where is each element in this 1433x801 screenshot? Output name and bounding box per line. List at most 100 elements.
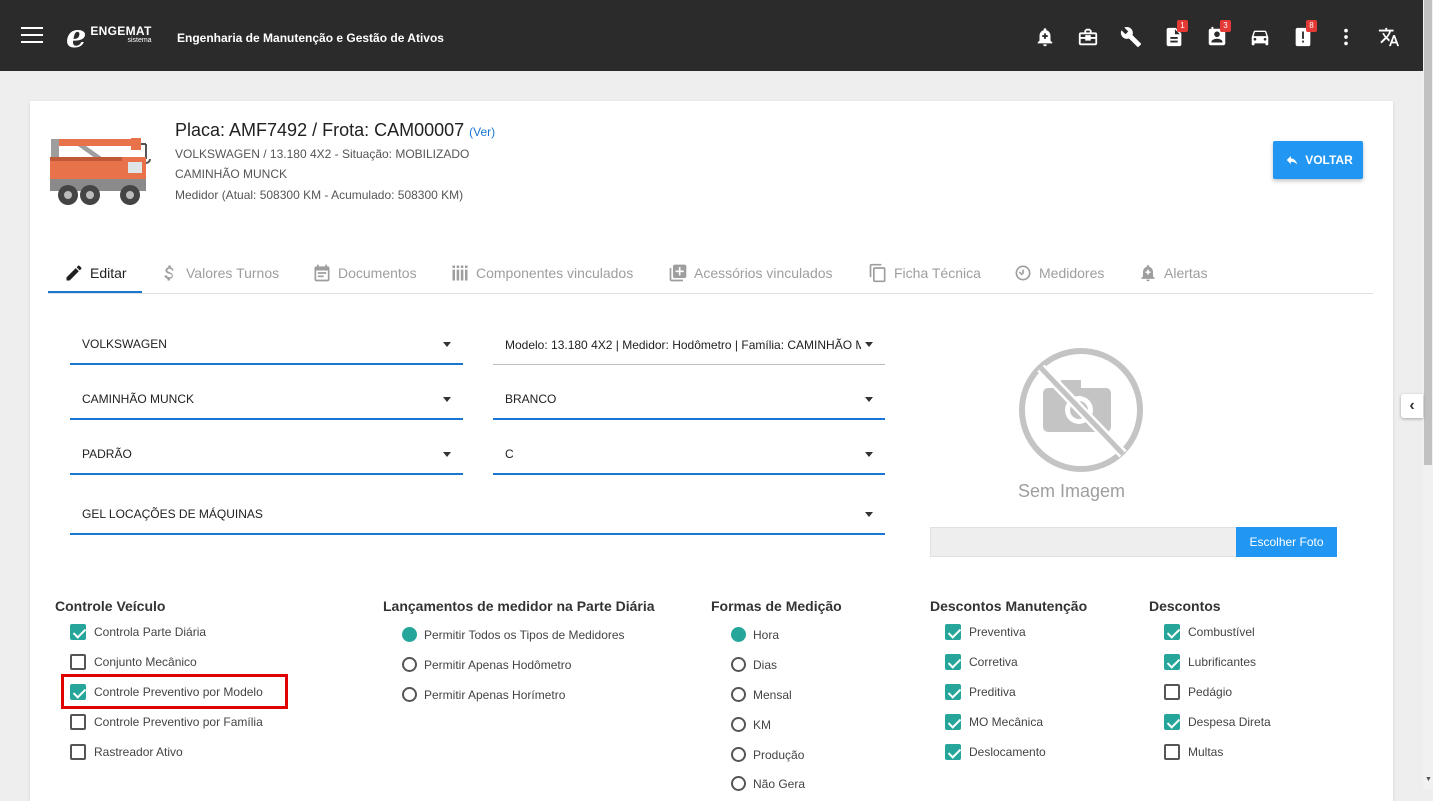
desconto-deslocamento-checkbox[interactable]: Deslocamento bbox=[945, 744, 1046, 760]
voltar-button[interactable]: VOLTAR bbox=[1273, 141, 1363, 179]
tab-editar[interactable]: Editar bbox=[64, 253, 127, 293]
permitir-horimetro-radio[interactable]: Permitir Apenas Horímetro bbox=[402, 687, 565, 702]
checkbox-box[interactable] bbox=[70, 714, 86, 730]
tab-valores-turnos[interactable]: Valores Turnos bbox=[160, 253, 279, 293]
radio-label: Produção bbox=[753, 747, 805, 762]
permitir-hodometro-radio[interactable]: Permitir Apenas Hodômetro bbox=[402, 657, 571, 672]
desconto-combustivel-checkbox[interactable]: Combustível bbox=[1164, 624, 1255, 640]
reply-icon bbox=[1286, 155, 1298, 165]
forma-dias-radio[interactable]: Dias bbox=[731, 657, 777, 672]
calendar-icon bbox=[314, 264, 330, 282]
tipo-select[interactable]: CAMINHÃO MUNCK bbox=[70, 380, 463, 420]
proprietario-select[interactable]: GEL LOCAÇÕES DE MÁQUINAS bbox=[70, 495, 885, 535]
controla-parte-diaria-checkbox[interactable]: Controla Parte Diária bbox=[70, 624, 206, 640]
radio-button[interactable] bbox=[402, 627, 417, 642]
radio-button[interactable] bbox=[731, 747, 746, 762]
tab-ficha-tecnica[interactable]: Ficha Técnica bbox=[868, 253, 981, 293]
permitir-todos-radio[interactable]: Permitir Todos os Tipos de Medidores bbox=[402, 627, 625, 642]
file-path-input[interactable] bbox=[930, 527, 1236, 557]
categoria-select[interactable]: C bbox=[493, 435, 885, 475]
side-panel-toggle[interactable]: ‹ bbox=[1401, 394, 1423, 418]
calendar-badge: 3 bbox=[1220, 20, 1231, 32]
app-title: Engenharia de Manutenção e Gestão de Ati… bbox=[177, 31, 444, 45]
padrao-select[interactable]: PADRÃO bbox=[70, 435, 463, 475]
checkbox-box[interactable] bbox=[945, 624, 961, 640]
radio-button[interactable] bbox=[402, 657, 417, 672]
checkbox-box[interactable] bbox=[70, 624, 86, 640]
checkbox-box[interactable] bbox=[1164, 684, 1180, 700]
chevron-left-icon: ‹ bbox=[1409, 397, 1415, 414]
modelo-value: Modelo: 13.180 4X2 | Medidor: Hodômetro … bbox=[505, 337, 861, 352]
escolher-foto-button[interactable]: Escolher Foto bbox=[1236, 527, 1337, 557]
more-vertical-icon[interactable] bbox=[1335, 26, 1357, 48]
alert-document-icon[interactable]: 8 bbox=[1292, 20, 1317, 48]
marca-select[interactable]: VOLKSWAGEN bbox=[70, 325, 463, 365]
desconto-lubrificantes-checkbox[interactable]: Lubrificantes bbox=[1164, 654, 1256, 670]
notification-bell-icon[interactable] bbox=[1034, 26, 1056, 48]
desconto-mo-mecanica-checkbox[interactable]: MO Mecânica bbox=[945, 714, 1043, 730]
radio-label: Mensal bbox=[753, 687, 792, 702]
dropdown-arrow-icon bbox=[865, 511, 873, 517]
app-logo[interactable]: e ENGEMAT sistema bbox=[66, 20, 152, 52]
checkbox-box[interactable] bbox=[70, 654, 86, 670]
forma-producao-radio[interactable]: Produção bbox=[731, 747, 804, 762]
tab-label: Editar bbox=[90, 265, 127, 281]
no-image-icon bbox=[1019, 348, 1143, 472]
car-icon[interactable] bbox=[1249, 26, 1271, 48]
tab-label: Componentes vinculados bbox=[476, 265, 634, 281]
desconto-despesa-direta-checkbox[interactable]: Despesa Direta bbox=[1164, 714, 1271, 730]
copy-icon bbox=[869, 263, 886, 283]
checkbox-label: Controla Parte Diária bbox=[94, 625, 207, 639]
checkbox-box[interactable] bbox=[945, 744, 961, 760]
radio-button[interactable] bbox=[402, 687, 417, 702]
radio-button[interactable] bbox=[731, 687, 746, 702]
desconto-pedagio-checkbox[interactable]: Pedágio bbox=[1164, 684, 1232, 700]
checkbox-box[interactable] bbox=[1164, 654, 1180, 670]
radio-button[interactable] bbox=[731, 717, 746, 732]
radio-label: Dias bbox=[753, 657, 778, 672]
translate-icon[interactable] bbox=[1378, 26, 1400, 48]
checkbox-label: Preditiva bbox=[969, 685, 1016, 699]
checkbox-box[interactable] bbox=[1164, 624, 1180, 640]
checkbox-box[interactable] bbox=[945, 714, 961, 730]
tab-label: Ficha Técnica bbox=[894, 265, 981, 281]
desconto-preventiva-checkbox[interactable]: Preventiva bbox=[945, 624, 1026, 640]
desconto-multas-checkbox[interactable]: Multas bbox=[1164, 744, 1223, 760]
tab-alertas[interactable]: Alertas bbox=[1138, 253, 1208, 293]
top-app-bar: e ENGEMAT sistema Engenharia de Manutenç… bbox=[0, 0, 1423, 71]
cor-select[interactable]: BRANCO bbox=[493, 380, 885, 420]
ver-link[interactable]: (Ver) bbox=[469, 125, 495, 139]
checkbox-box[interactable] bbox=[70, 744, 86, 760]
scrollbar-thumb[interactable] bbox=[1424, 0, 1432, 465]
desconto-preditiva-checkbox[interactable]: Preditiva bbox=[945, 684, 1016, 700]
menu-icon[interactable] bbox=[21, 27, 43, 45]
components-icon bbox=[452, 265, 468, 281]
forma-km-radio[interactable]: KM bbox=[731, 717, 771, 732]
radio-button[interactable] bbox=[731, 627, 746, 642]
radio-button[interactable] bbox=[731, 657, 746, 672]
briefcase-icon[interactable] bbox=[1077, 26, 1099, 48]
tab-label: Alertas bbox=[1164, 265, 1208, 281]
wrench-icon[interactable] bbox=[1120, 26, 1142, 48]
voltar-label: VOLTAR bbox=[1305, 153, 1353, 167]
rastreador-ativo-checkbox[interactable]: Rastreador Ativo bbox=[70, 744, 183, 760]
calendar-person-icon[interactable]: 3 bbox=[1206, 20, 1231, 48]
tab-componentes-vinculados[interactable]: Componentes vinculados bbox=[450, 253, 633, 293]
checkbox-box[interactable] bbox=[945, 684, 961, 700]
modelo-select[interactable]: Modelo: 13.180 4X2 | Medidor: Hodômetro … bbox=[493, 325, 885, 365]
pencil-icon bbox=[66, 265, 82, 281]
desconto-corretiva-checkbox[interactable]: Corretiva bbox=[945, 654, 1018, 670]
forma-mensal-radio[interactable]: Mensal bbox=[731, 687, 792, 702]
scroll-down-icon[interactable]: ▼ bbox=[1425, 776, 1432, 783]
tab-documentos[interactable]: Documentos bbox=[312, 253, 417, 293]
forma-hora-radio[interactable]: Hora bbox=[731, 627, 779, 642]
checkbox-box[interactable] bbox=[1164, 714, 1180, 730]
conjunto-mecanico-checkbox[interactable]: Conjunto Mecânico bbox=[70, 654, 197, 670]
checkbox-box[interactable] bbox=[1164, 744, 1180, 760]
tab-medidores[interactable]: Medidores bbox=[1013, 253, 1104, 293]
controle-preventivo-familia-checkbox[interactable]: Controle Preventivo por Família bbox=[70, 714, 263, 730]
formas-medicao-title: Formas de Medição bbox=[711, 598, 842, 614]
tab-acessorios-vinculados[interactable]: Acessórios vinculados bbox=[668, 253, 833, 293]
checkbox-box[interactable] bbox=[945, 654, 961, 670]
document-icon[interactable]: 1 bbox=[1163, 20, 1188, 48]
